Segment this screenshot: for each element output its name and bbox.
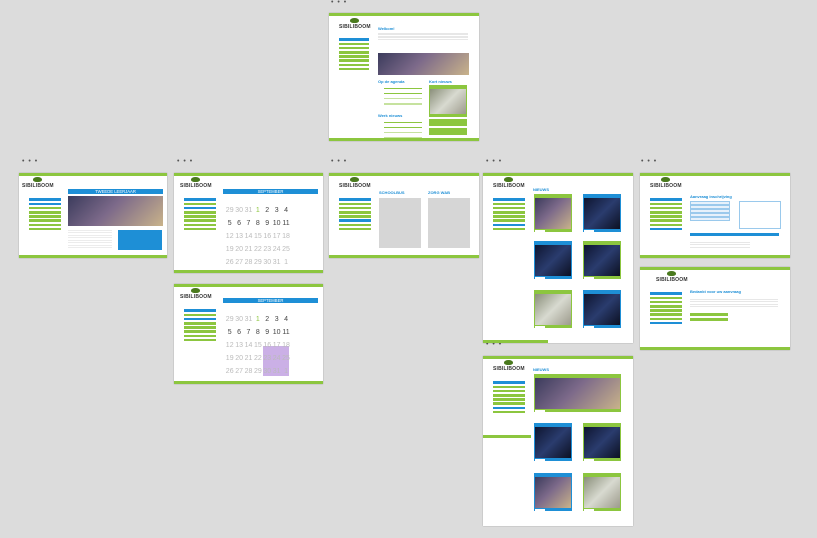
board-menu-dots[interactable]: • • •	[177, 158, 193, 165]
page-banner: TWEEDE LEERJAAR	[68, 189, 163, 194]
news-title: Werk nieuws	[378, 113, 403, 118]
sidebar-nav[interactable]	[650, 198, 682, 232]
page-title: Bedankt voor uw aanvraag	[690, 289, 741, 294]
column-card-right[interactable]	[428, 198, 470, 248]
submit-button[interactable]	[690, 233, 779, 236]
page-title: NIEUWS	[533, 187, 549, 192]
artboard-registration-form[interactable]: SIBILIBOOM Aanvraag inschrijving	[640, 173, 790, 258]
featured-news[interactable]	[534, 374, 621, 412]
bottom-bar	[640, 255, 790, 258]
news-card[interactable]	[429, 119, 467, 126]
news-tile[interactable]	[534, 194, 572, 232]
confirmation-text	[690, 297, 778, 309]
logo: SIBILIBOOM	[656, 271, 688, 283]
news-tile[interactable]	[534, 290, 572, 328]
calendar-grid[interactable]: 29 30 31 1 2 3 4 5 6 7 8 9 10 11 12 13 14 15 16 17 18 19 20…	[225, 313, 291, 378]
sidebar-nav[interactable]	[493, 198, 525, 232]
logo: SIBILIBOOM	[339, 18, 371, 30]
form-note	[690, 240, 750, 248]
page-title: Aanvraag inschrijving	[690, 194, 732, 199]
board-menu-dots[interactable]: • • •	[331, 158, 347, 165]
news-card[interactable]	[429, 128, 467, 135]
logo: SIBILIBOOM	[650, 177, 682, 189]
bottom-bar	[174, 270, 323, 273]
sidebar-nav[interactable]	[339, 198, 371, 232]
bottom-bar	[174, 381, 323, 384]
news-tile[interactable]	[583, 423, 621, 461]
news-tile[interactable]	[534, 241, 572, 279]
month-header[interactable]: SEPTEMBER	[223, 189, 318, 194]
top-bar	[174, 284, 323, 287]
page-title: Welkom!	[378, 26, 395, 31]
artboard-calendar-events[interactable]: SIBILIBOOM SEPTEMBER 29 30 31 1 2 3 4 5 6 7 8 9 10 1…	[174, 284, 323, 384]
logo: SIBILIBOOM	[493, 177, 525, 189]
calendar-grid[interactable]: 29 30 31 1 2 3 4 5 6 7 8 9 10 11 12 13 14 15 16 17 18 19 20…	[225, 204, 291, 269]
news-tile[interactable]	[534, 473, 572, 511]
board-menu-dots[interactable]: • • •	[22, 158, 38, 165]
news-tile[interactable]	[583, 194, 621, 232]
top-bar	[483, 356, 633, 359]
top-bar	[329, 173, 479, 176]
news-tile[interactable]	[534, 423, 572, 461]
form-side-box	[739, 201, 781, 229]
info-panel	[118, 230, 162, 250]
bottom-bar	[329, 138, 479, 141]
page-title: NIEUWS	[533, 367, 549, 372]
form-field[interactable]	[690, 217, 730, 221]
green-button[interactable]	[690, 318, 728, 321]
sidebar-nav[interactable]	[184, 309, 216, 343]
class-photo	[68, 196, 163, 226]
board-menu-dots[interactable]: • • •	[486, 158, 502, 165]
sidebar-nav[interactable]	[184, 198, 216, 232]
logo: SIBILIBOOM	[180, 288, 212, 300]
top-bar	[19, 173, 167, 176]
news-list	[384, 119, 422, 139]
top-bar	[640, 173, 790, 176]
agenda-title: Op de agenda	[378, 79, 405, 84]
bottom-bar	[483, 340, 548, 343]
month-header[interactable]: SEPTEMBER	[223, 298, 318, 303]
text-block	[68, 228, 112, 250]
artboard-thanks[interactable]: SIBILIBOOM Bedankt voor uw aanvraag	[640, 267, 790, 350]
news-tile[interactable]	[583, 290, 621, 328]
artboard-news[interactable]: SIBILIBOOM NIEUWS	[483, 173, 633, 343]
sidebar-nav[interactable]	[650, 292, 682, 326]
artboard-photo-page[interactable]: SIBILIBOOM TWEEDE LEERJAAR	[19, 173, 167, 258]
short-news-title: Kort nieuws	[429, 79, 452, 84]
news-tile[interactable]	[583, 241, 621, 279]
board-menu-dots[interactable]: • • •	[641, 158, 657, 165]
sidebar-nav[interactable]	[29, 198, 61, 232]
bottom-bar	[329, 255, 479, 258]
intro-text	[378, 32, 468, 40]
hero-photo	[378, 53, 469, 75]
artboard-home[interactable]: SIBILIBOOM Welkom! Op de agenda Werk nie…	[329, 13, 479, 141]
artboard-news-expanded[interactable]: SIBILIBOOM NIEUWS	[483, 356, 633, 526]
green-button[interactable]	[690, 313, 728, 316]
news-tile[interactable]	[583, 473, 621, 511]
artboard-columns[interactable]: SIBILIBOOM SCHOOLBUS ZORG WAB	[329, 173, 479, 258]
sidebar-nav[interactable]	[339, 38, 369, 72]
sidebar-nav[interactable]	[493, 381, 525, 415]
bottom-bar	[483, 435, 531, 438]
top-bar	[483, 173, 633, 176]
top-bar	[329, 13, 479, 16]
column-card-left[interactable]	[379, 198, 421, 248]
logo: SIBILIBOOM	[180, 177, 212, 189]
bottom-bar	[640, 347, 790, 350]
top-bar	[640, 267, 790, 270]
top-bar	[174, 173, 323, 176]
logo: SIBILIBOOM	[339, 177, 371, 189]
board-menu-dots[interactable]: • • •	[331, 0, 347, 6]
agenda-list	[384, 85, 422, 107]
column-title-left: SCHOOLBUS	[379, 190, 405, 195]
artboard-calendar[interactable]: SIBILIBOOM SEPTEMBER 29 30 31 1 2 3 4 5 6 7 8 9 10 1…	[174, 173, 323, 273]
logo: SIBILIBOOM	[22, 177, 54, 189]
column-title-right: ZORG WAB	[428, 190, 450, 195]
logo: SIBILIBOOM	[493, 360, 525, 372]
news-card[interactable]	[429, 85, 467, 117]
bottom-bar	[19, 255, 167, 258]
